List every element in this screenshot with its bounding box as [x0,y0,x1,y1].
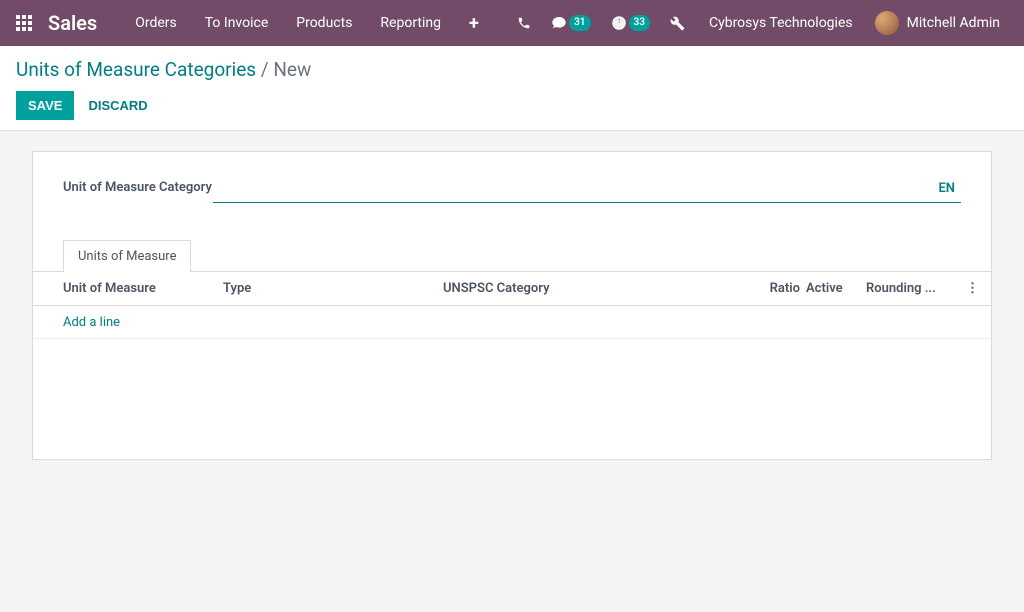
lang-badge[interactable]: EN [932,181,961,196]
add-line-link[interactable]: Add a line [63,315,120,330]
table-row: Add a line [33,306,991,339]
nav-reporting[interactable]: Reporting [366,0,455,46]
col-uom[interactable]: Unit of Measure [33,272,223,306]
breadcrumb-root[interactable]: Units of Measure Categories [16,58,256,81]
nav-to-invoice[interactable]: To Invoice [191,0,283,46]
col-active[interactable]: Active [806,272,866,306]
activities-icon[interactable]: 33 [601,15,660,31]
col-unspsc[interactable]: UNSPSC Category [443,272,751,306]
tab-units-of-measure[interactable]: Units of Measure [63,240,191,272]
messages-badge: 31 [569,15,590,31]
app-brand[interactable]: Sales [48,11,97,35]
phone-icon[interactable] [507,16,541,30]
control-panel: Units of Measure Categories / New SAVE D… [0,46,1024,131]
kebab-icon[interactable]: ⋮ [966,272,991,306]
breadcrumb-sep: / [256,58,273,81]
nav-orders[interactable]: Orders [121,0,191,46]
apps-icon[interactable] [16,15,32,31]
debug-icon[interactable] [660,16,695,31]
breadcrumb: Units of Measure Categories / New [16,58,1008,81]
col-ratio[interactable]: Ratio [751,272,806,306]
save-button[interactable]: SAVE [16,91,74,120]
nav-products[interactable]: Products [282,0,366,46]
col-type[interactable]: Type [223,272,443,306]
category-input[interactable] [213,178,932,198]
avatar [875,11,899,35]
top-navbar: Sales Orders To Invoice Products Reporti… [0,0,1024,46]
company-switcher[interactable]: Cybrosys Technologies [695,15,867,31]
form-sheet: Unit of Measure Category EN Units of Mea… [32,151,992,460]
discard-button[interactable]: DISCARD [88,98,147,113]
breadcrumb-current: New [273,58,311,81]
col-rounding[interactable]: Rounding ... [866,272,966,306]
user-name: Mitchell Admin [907,15,1000,31]
messages-icon[interactable]: 31 [541,15,600,31]
uom-table: Unit of Measure Type UNSPSC Category Rat… [33,271,991,459]
activities-badge: 33 [629,15,650,31]
user-menu[interactable]: Mitchell Admin [867,11,1008,35]
plus-icon[interactable]: + [455,13,493,34]
category-label: Unit of Measure Category [63,178,213,195]
